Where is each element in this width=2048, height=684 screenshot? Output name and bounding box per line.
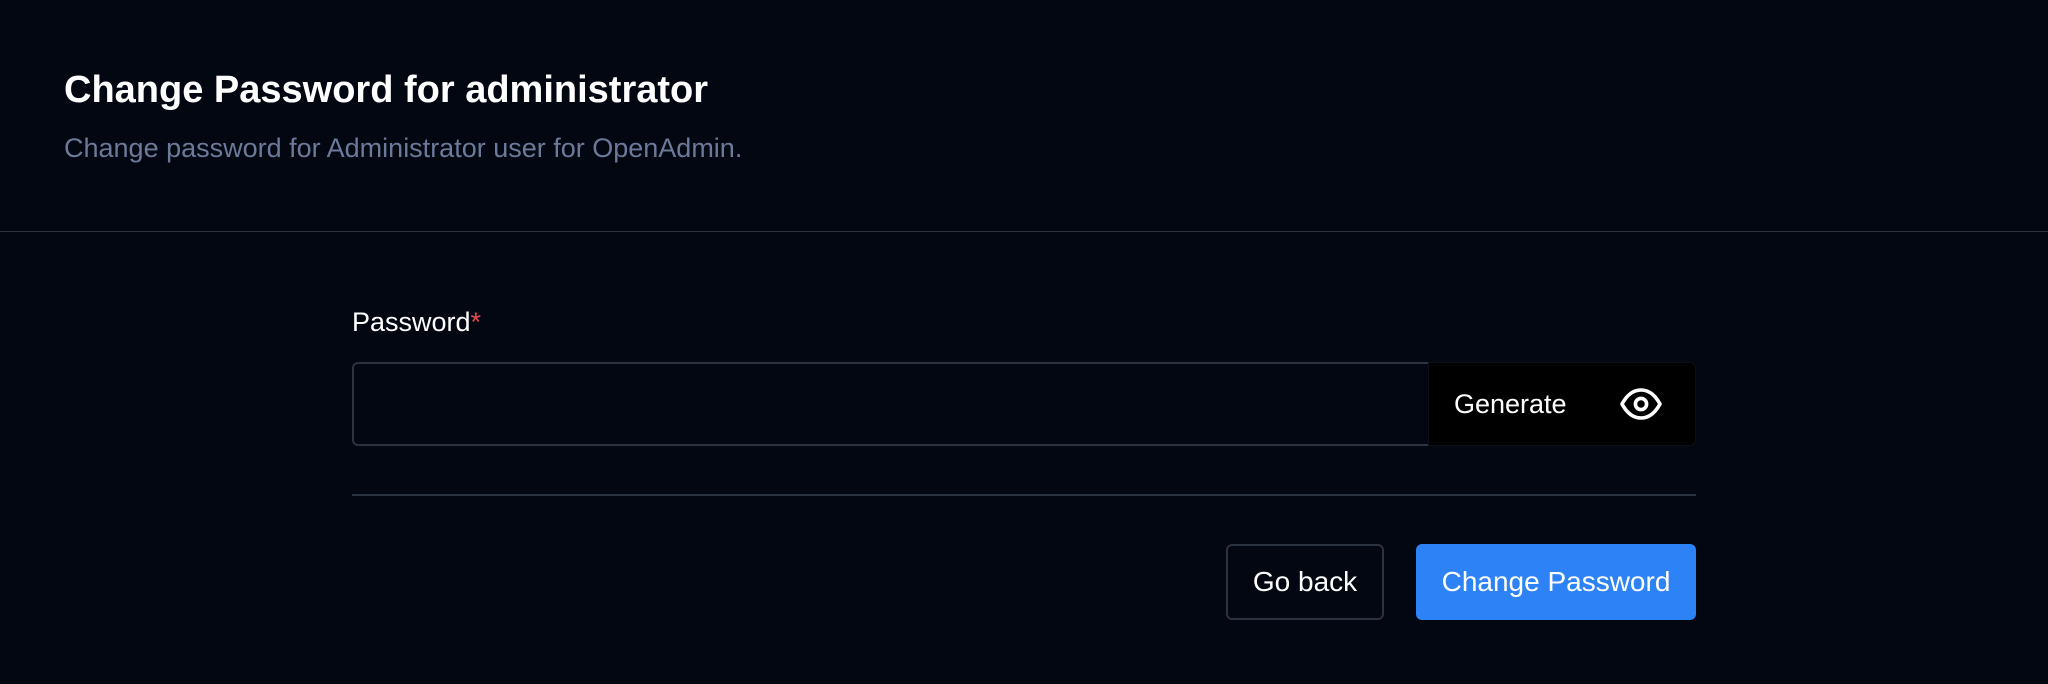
page-subtitle: Change password for Administrator user f…: [64, 133, 743, 163]
password-input-group: Generate: [352, 362, 1696, 446]
eye-icon: [1620, 388, 1662, 420]
page-header: Change Password for administrator Change…: [0, 0, 2048, 232]
go-back-button[interactable]: Go back: [1226, 544, 1384, 620]
form-divider: [352, 494, 1696, 496]
change-password-button[interactable]: Change Password: [1416, 544, 1696, 620]
password-input-actions: Generate: [1428, 362, 1696, 446]
change-password-form: Password* Generate Go back Change Passwo…: [352, 232, 1696, 684]
page-title: Change Password for administrator: [64, 69, 709, 111]
required-mark: *: [470, 307, 482, 337]
password-label-text: Password: [352, 307, 471, 337]
toggle-password-visibility-button[interactable]: [1609, 362, 1673, 446]
password-label: Password*: [352, 304, 481, 340]
generate-button[interactable]: Generate: [1429, 362, 1567, 446]
password-input[interactable]: [352, 362, 1428, 446]
